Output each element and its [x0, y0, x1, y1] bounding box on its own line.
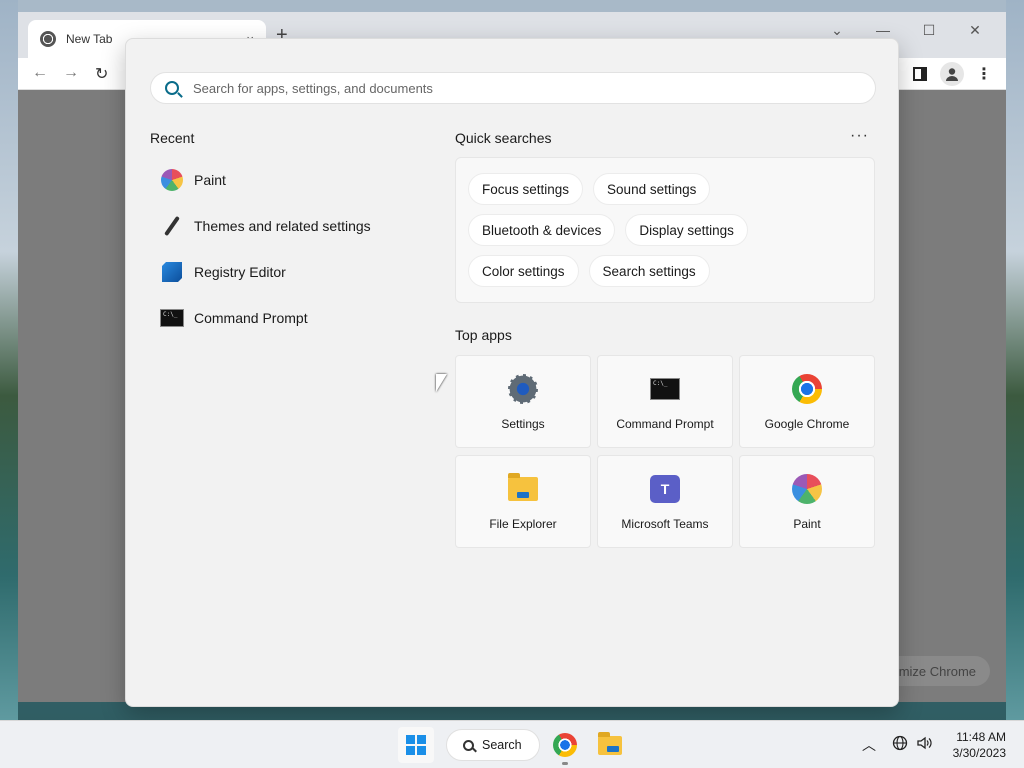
paint-icon — [791, 473, 823, 505]
app-tile-label: File Explorer — [489, 516, 557, 531]
network-globe-icon[interactable] — [892, 735, 908, 754]
volume-icon[interactable] — [916, 735, 934, 754]
teams-icon: T — [649, 473, 681, 505]
app-tile-label: Settings — [501, 416, 545, 431]
search-icon — [463, 739, 474, 751]
show-hidden-icons-icon[interactable]: ︿ — [862, 735, 876, 755]
more-options-icon[interactable]: ··· — [850, 127, 869, 145]
app-tile-label: Paint — [793, 516, 821, 531]
app-tile-label: Microsoft Teams — [621, 516, 709, 531]
settings-gear-icon — [507, 373, 539, 405]
recent-item-paint[interactable]: Paint — [150, 157, 430, 203]
taskbar-search-button[interactable]: Search — [446, 729, 540, 761]
recent-item-command-prompt[interactable]: Command Prompt — [150, 295, 430, 341]
brush-icon — [160, 214, 184, 238]
quick-searches-row: Focus settings Sound settings — [468, 173, 711, 205]
desktop-wallpaper-right — [1006, 0, 1024, 720]
app-tile-paint[interactable]: Paint — [739, 455, 875, 548]
chrome-icon — [791, 373, 823, 405]
app-tile-microsoft-teams[interactable]: T Microsoft Teams — [597, 455, 733, 548]
recent-item-label: Themes and related settings — [194, 218, 371, 234]
reload-icon[interactable]: ↻ — [95, 64, 108, 84]
maximize-icon[interactable]: ☐ — [906, 16, 952, 44]
quick-searches-heading: Quick searches — [455, 130, 552, 146]
start-search-input[interactable] — [193, 80, 853, 96]
chrome-favicon-icon — [40, 31, 56, 47]
start-search-box[interactable] — [150, 72, 876, 104]
recent-item-label: Command Prompt — [194, 310, 308, 326]
command-prompt-icon — [160, 306, 184, 330]
chip-focus-settings[interactable]: Focus settings — [468, 173, 584, 205]
app-tile-label: Google Chrome — [764, 416, 850, 431]
app-tile-file-explorer[interactable]: File Explorer — [455, 455, 591, 548]
desktop-wallpaper-left — [0, 0, 18, 720]
recent-item-label: Registry Editor — [194, 264, 286, 280]
forward-icon[interactable]: → — [63, 64, 79, 82]
registry-editor-icon — [160, 260, 184, 284]
running-indicator — [562, 762, 568, 765]
clock-date: 3/30/2023 — [952, 746, 1006, 760]
chip-sound-settings[interactable]: Sound settings — [593, 173, 711, 205]
app-tile-google-chrome[interactable]: Google Chrome — [739, 355, 875, 448]
app-tile-settings[interactable]: Settings — [455, 355, 591, 448]
desktop-wallpaper-top — [0, 0, 1024, 12]
chip-display-settings[interactable]: Display settings — [625, 214, 748, 246]
quick-searches-row: Bluetooth & devices Display settings — [468, 214, 748, 246]
chrome-menu-icon[interactable]: ⋮ — [972, 62, 996, 86]
recent-list: Paint Themes and related settings Regist… — [150, 157, 430, 341]
side-panel-icon[interactable] — [908, 62, 932, 86]
mouse-cursor-icon — [436, 374, 447, 392]
profile-avatar-icon[interactable] — [940, 62, 964, 86]
chip-search-settings[interactable]: Search settings — [588, 255, 710, 287]
recent-item-registry-editor[interactable]: Registry Editor — [150, 249, 430, 295]
search-icon — [165, 81, 179, 95]
taskbar-file-explorer-button[interactable] — [596, 731, 624, 759]
recent-item-themes[interactable]: Themes and related settings — [150, 203, 430, 249]
app-tile-command-prompt[interactable]: Command Prompt — [597, 355, 733, 448]
top-apps-heading: Top apps — [455, 327, 512, 343]
file-explorer-icon — [598, 731, 622, 755]
command-prompt-icon — [649, 373, 681, 405]
paint-icon — [160, 168, 184, 192]
chip-color-settings[interactable]: Color settings — [468, 255, 579, 287]
start-menu: Recent Paint Themes and related settings… — [125, 38, 899, 707]
taskbar: Search ︿ 11:48 AM 3/30/2023 — [0, 720, 1024, 768]
quick-searches-row: Color settings Search settings — [468, 255, 710, 287]
clock-time: 11:48 AM — [956, 730, 1006, 744]
windows-logo-icon — [406, 735, 426, 755]
recent-item-label: Paint — [194, 172, 226, 188]
taskbar-search-label: Search — [482, 738, 522, 752]
file-explorer-icon — [507, 472, 539, 505]
chip-bluetooth-devices[interactable]: Bluetooth & devices — [468, 214, 616, 246]
recent-heading: Recent — [150, 130, 195, 146]
app-tile-label: Command Prompt — [616, 416, 714, 431]
top-apps-grid: Settings Command Prompt Google Chrome Fi… — [455, 355, 876, 548]
start-button[interactable] — [398, 727, 434, 763]
chrome-icon — [553, 733, 577, 757]
quick-searches-panel: Focus settings Sound settings Bluetooth … — [455, 157, 875, 303]
back-icon[interactable]: ← — [32, 64, 48, 82]
taskbar-clock[interactable]: 11:48 AM 3/30/2023 — [953, 729, 1006, 761]
taskbar-chrome-button[interactable] — [551, 731, 579, 759]
close-icon[interactable]: ✕ — [952, 16, 998, 44]
